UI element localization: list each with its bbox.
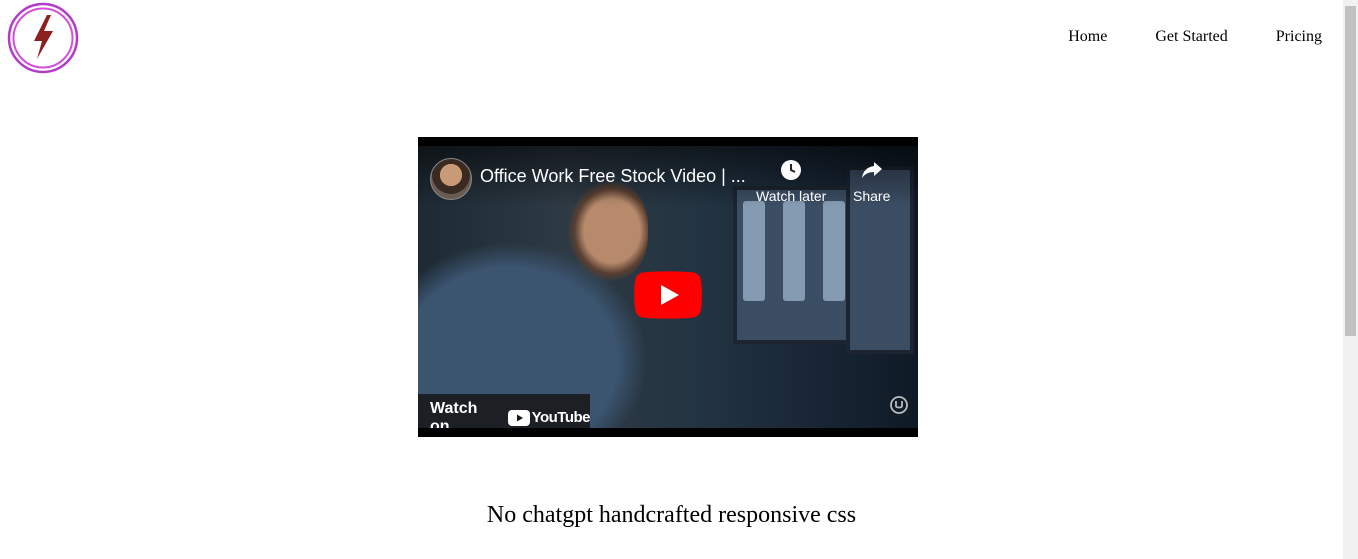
nav-pricing[interactable]: Pricing [1276, 28, 1322, 46]
youtube-play-icon [507, 409, 530, 426]
watch-later-label: Watch later [756, 188, 827, 204]
video-title[interactable]: Office Work Free Stock Video | ... [480, 166, 746, 187]
main-nav: Home Get Started Pricing [1068, 28, 1322, 46]
play-button[interactable] [634, 271, 702, 319]
screen-panel [783, 201, 805, 301]
lightning-bolt-icon [34, 15, 53, 59]
watch-later-button[interactable]: Watch later [756, 158, 826, 204]
nav-home[interactable]: Home [1068, 28, 1107, 46]
channel-avatar[interactable] [430, 158, 472, 200]
watch-on-label: Watch on [430, 399, 478, 429]
video-thumbnail[interactable]: Office Work Free Stock Video | ... Watch… [418, 146, 918, 428]
vertical-scrollbar[interactable] [1343, 0, 1358, 559]
watch-on-youtube-button[interactable]: Watch on YouTube [418, 394, 591, 429]
scrollbar-thumb[interactable] [1345, 6, 1356, 336]
share-button[interactable]: Share [853, 158, 890, 204]
share-arrow-icon [861, 162, 882, 178]
page-caption: No chatgpt handcrafted responsive css [486, 502, 857, 528]
watermark-icon [890, 396, 908, 414]
screen-panel [743, 201, 765, 301]
screen-panel [823, 201, 845, 301]
clock-icon [781, 160, 802, 180]
logo[interactable] [7, 2, 79, 74]
youtube-logo: YouTube [507, 409, 591, 426]
youtube-embed[interactable]: Office Work Free Stock Video | ... Watch… [418, 137, 918, 437]
youtube-label: YouTube [531, 409, 591, 426]
share-label: Share [853, 188, 891, 204]
nav-get-started[interactable]: Get Started [1155, 28, 1227, 46]
